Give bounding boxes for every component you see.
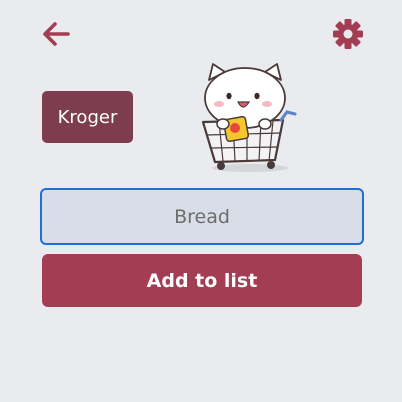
back-button[interactable] <box>40 18 72 50</box>
arrow-left-icon <box>43 22 70 46</box>
gear-icon <box>333 19 363 49</box>
item-name-input[interactable] <box>40 188 364 245</box>
store-name: Kroger <box>57 106 118 128</box>
settings-button[interactable] <box>331 17 365 51</box>
add-to-list-button[interactable]: Add to list <box>42 254 362 307</box>
add-item-screen: Kroger Bread Add to list <box>0 0 402 402</box>
cat-shopping-cart-illustration <box>201 63 297 172</box>
store-chip[interactable]: Kroger <box>42 91 133 143</box>
add-to-list-label: Add to list <box>146 269 258 292</box>
